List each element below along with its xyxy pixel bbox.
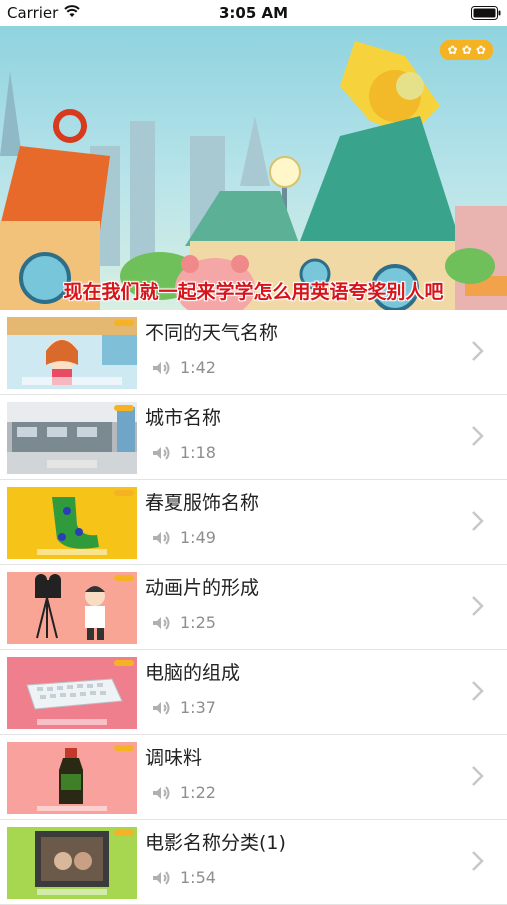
lesson-duration: 1:25 xyxy=(180,613,216,632)
list-item[interactable]: 电影名称分类(1) 1:54 xyxy=(0,820,507,905)
lesson-thumbnail xyxy=(7,742,137,814)
banner-illustration xyxy=(0,41,507,310)
speaker-icon xyxy=(153,361,170,375)
lesson-duration: 1:22 xyxy=(180,783,216,802)
lesson-list: 不同的天气名称 1:42 城市名称 1:18 春夏服饰名称 1:49 动画片的形… xyxy=(0,310,507,905)
lesson-thumbnail xyxy=(7,657,137,729)
lesson-duration: 1:54 xyxy=(180,868,216,887)
list-item[interactable]: 电脑的组成 1:37 xyxy=(0,650,507,735)
clock: 3:05 AM xyxy=(218,4,289,22)
lesson-title: 动画片的形成 xyxy=(145,577,260,599)
chevron-right-icon xyxy=(472,511,484,531)
lesson-thumbnail xyxy=(7,402,137,474)
battery-icon xyxy=(471,6,501,20)
lesson-title: 电脑的组成 xyxy=(145,662,241,684)
lesson-duration: 1:18 xyxy=(180,443,216,462)
lesson-title: 调味料 xyxy=(145,747,203,769)
lesson-thumbnail xyxy=(7,572,137,644)
chevron-right-icon xyxy=(472,596,484,616)
speaker-icon xyxy=(153,871,170,885)
chevron-right-icon xyxy=(472,341,484,361)
lesson-duration: 1:42 xyxy=(180,358,216,377)
lesson-title: 城市名称 xyxy=(145,407,222,429)
chevron-right-icon xyxy=(472,851,484,871)
hero-banner[interactable]: ✿ ✿ ✿ 现在我们就一起来学学怎么用英语夸奖别人吧 xyxy=(0,26,507,310)
hero-caption: 现在我们就一起来学学怎么用英语夸奖别人吧 xyxy=(63,281,444,303)
lesson-title: 电影名称分类(1) xyxy=(145,832,286,854)
brand-logo: ✿ ✿ ✿ xyxy=(440,40,493,60)
lesson-thumbnail xyxy=(7,487,137,559)
lesson-thumbnail xyxy=(7,827,137,899)
speaker-icon xyxy=(153,531,170,545)
lesson-title: 不同的天气名称 xyxy=(145,322,279,344)
lesson-duration: 1:37 xyxy=(180,698,216,717)
list-item[interactable]: 调味料 1:22 xyxy=(0,735,507,820)
chevron-right-icon xyxy=(472,426,484,446)
lesson-thumbnail xyxy=(7,317,137,389)
chevron-right-icon xyxy=(472,681,484,701)
speaker-icon xyxy=(153,701,170,715)
status-bar: Carrier 3:05 AM xyxy=(0,0,507,26)
lesson-title: 春夏服饰名称 xyxy=(145,492,260,514)
list-item[interactable]: 春夏服饰名称 1:49 xyxy=(0,480,507,565)
lesson-duration: 1:49 xyxy=(180,528,216,547)
list-item[interactable]: 城市名称 1:18 xyxy=(0,395,507,480)
list-item[interactable]: 动画片的形成 1:25 xyxy=(0,565,507,650)
speaker-icon xyxy=(153,616,170,630)
list-item[interactable]: 不同的天气名称 1:42 xyxy=(0,310,507,395)
chevron-right-icon xyxy=(472,766,484,786)
speaker-icon xyxy=(153,786,170,800)
speaker-icon xyxy=(153,446,170,460)
